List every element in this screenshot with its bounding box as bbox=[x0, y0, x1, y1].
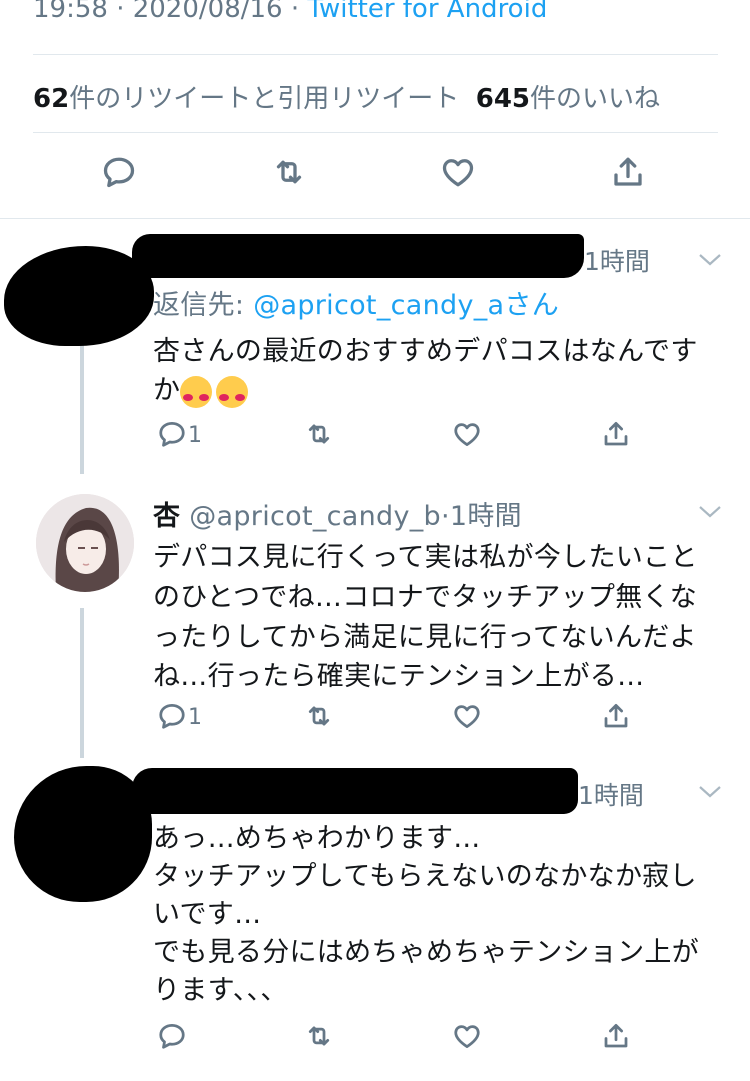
retweet-button[interactable] bbox=[297, 1014, 341, 1058]
tweet-text-line: でも見る分にはめちゃめちゃテンション上が bbox=[153, 937, 699, 968]
like-count[interactable]: 645 bbox=[476, 84, 530, 114]
separator: · bbox=[441, 501, 450, 532]
share-button[interactable] bbox=[594, 412, 638, 456]
share-button[interactable] bbox=[594, 1014, 638, 1058]
avatar-illustration bbox=[36, 494, 134, 592]
tweet-text-line: タッチアップしてもらえないのなかなか寂し bbox=[153, 861, 697, 892]
retweet-icon bbox=[308, 706, 330, 726]
reply-icon bbox=[159, 704, 185, 729]
like-icon bbox=[454, 423, 480, 446]
redacted-name bbox=[132, 234, 584, 278]
like-label[interactable]: 件のいいね bbox=[530, 84, 660, 114]
tweet-text-line: 杏さんの最近のおすすめデパコスはなんです bbox=[153, 336, 698, 367]
smiling-face-with-hearts-icon bbox=[180, 375, 213, 408]
author-line: 杏 @apricot_candy_b·1時間 bbox=[153, 494, 522, 533]
share-icon bbox=[604, 422, 628, 446]
divider bbox=[33, 54, 718, 55]
reply-action-bar: 1 bbox=[0, 412, 750, 472]
smiling-face-with-hearts-icon bbox=[216, 375, 249, 408]
tweet-text-line: いです… bbox=[153, 899, 262, 930]
reply-icon bbox=[103, 157, 135, 188]
chevron-down-icon[interactable] bbox=[697, 502, 723, 522]
retweet-icon bbox=[308, 424, 330, 444]
share-icon bbox=[604, 1024, 628, 1048]
reply-to-label: 返信先: bbox=[153, 290, 254, 321]
reply-icon bbox=[159, 1024, 185, 1049]
like-icon bbox=[442, 159, 474, 187]
tweet-text-line-part: か bbox=[153, 375, 181, 406]
reply-button[interactable] bbox=[150, 1014, 194, 1058]
reply-action-bar bbox=[0, 1014, 750, 1074]
like-button[interactable] bbox=[445, 1014, 489, 1058]
retweet-label[interactable]: 件のリツイートと引用リツイート bbox=[69, 84, 459, 114]
author-handle[interactable]: @apricot_candy_b bbox=[189, 501, 441, 532]
share-icon bbox=[604, 704, 628, 728]
tweet-stats: 62件のリツイートと引用リツイート 645件のいいね bbox=[33, 78, 660, 115]
share-icon bbox=[614, 157, 642, 186]
reply-time[interactable]: 1時間 bbox=[450, 501, 522, 532]
avatar[interactable] bbox=[36, 494, 134, 592]
tweet-text-line: デパコス見に行くって実は私が今したいこと bbox=[153, 542, 698, 573]
redacted-name bbox=[132, 768, 578, 814]
retweet-icon bbox=[308, 1026, 330, 1046]
like-button[interactable] bbox=[445, 694, 489, 738]
reply-to-line: 返信先: @apricot_candy_aさん bbox=[153, 283, 559, 322]
tweet-text-line: か bbox=[153, 368, 252, 408]
timestamp-text: 19:58 · 2020/08/16 · bbox=[33, 0, 308, 24]
retweet-button[interactable] bbox=[297, 412, 341, 456]
retweet-icon bbox=[276, 160, 302, 184]
reply-to-suffix: さん bbox=[504, 290, 559, 321]
divider bbox=[33, 132, 718, 133]
retweet-count[interactable]: 62 bbox=[33, 84, 69, 114]
client-link[interactable]: Twitter for Android bbox=[307, 0, 547, 24]
tweet-text-line: のひとつでね…コロナでタッチアップ無くな bbox=[153, 582, 698, 613]
chevron-down-icon[interactable] bbox=[697, 782, 723, 802]
tweet-timestamp: 19:58 · 2020/08/16 · Twitter for Android bbox=[33, 0, 547, 24]
like-button[interactable] bbox=[436, 150, 480, 194]
author-name[interactable]: 杏 bbox=[153, 501, 180, 532]
chevron-down-icon[interactable] bbox=[697, 250, 723, 270]
reply-count: 1 bbox=[188, 705, 202, 730]
tweet-text-line: ったりしてから満足に見に行ってないんだよ bbox=[153, 622, 697, 653]
like-icon bbox=[454, 705, 480, 728]
like-button[interactable] bbox=[445, 412, 489, 456]
like-icon bbox=[454, 1025, 480, 1048]
share-button[interactable] bbox=[606, 150, 650, 194]
divider bbox=[0, 218, 750, 219]
main-action-bar bbox=[0, 150, 750, 210]
reply-count: 1 bbox=[188, 423, 202, 448]
share-button[interactable] bbox=[594, 694, 638, 738]
reply-action-bar: 1 bbox=[0, 694, 750, 754]
reply-to-handle[interactable]: @apricot_candy_a bbox=[253, 290, 504, 321]
reply-button[interactable] bbox=[97, 150, 141, 194]
tweet-text-line: あっ…めちゃわかります… bbox=[153, 823, 481, 854]
tweet-text-line: ね…行ったら確実にテンション上がる… bbox=[153, 661, 645, 692]
retweet-button[interactable] bbox=[297, 694, 341, 738]
tweet-text-line: ります、、、 bbox=[153, 975, 288, 1006]
retweet-button[interactable] bbox=[267, 150, 311, 194]
reply-time[interactable]: 1時間 bbox=[578, 776, 644, 812]
reply-time[interactable]: 1時間 bbox=[584, 242, 650, 278]
reply-icon bbox=[159, 422, 185, 447]
